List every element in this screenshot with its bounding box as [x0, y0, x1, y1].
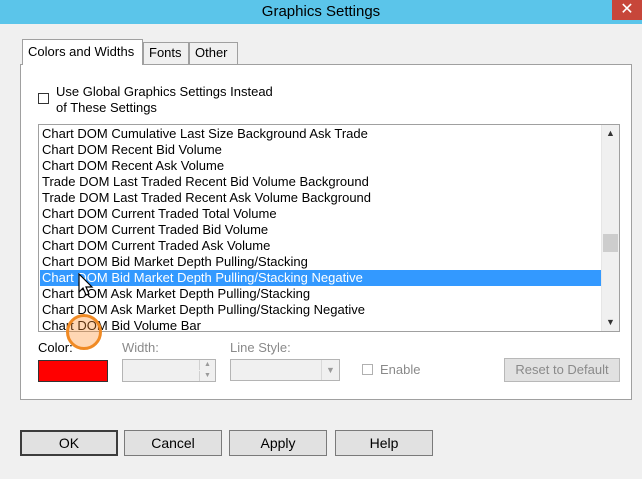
graphics-element-list[interactable]: Chart DOM Cumulative Last Size Backgroun… — [38, 124, 620, 332]
window-title: Graphics Settings — [261, 3, 381, 20]
tab-label: Other — [195, 45, 228, 60]
list-item[interactable]: Chart DOM Current Traded Total Volume — [40, 206, 601, 222]
spin-up-icon[interactable]: ▲ — [199, 360, 215, 370]
width-input[interactable]: ▲ ▼ — [122, 359, 216, 382]
global-settings-checkbox[interactable] — [38, 93, 49, 104]
color-label: Color: — [38, 340, 73, 355]
scroll-thumb[interactable] — [603, 234, 618, 252]
list-item-selected[interactable]: Chart DOM Bid Market Depth Pulling/Stack… — [40, 270, 601, 286]
list-item[interactable]: Chart DOM Bid Market Depth Pulling/Stack… — [40, 254, 601, 270]
line-style-select[interactable]: ▼ — [230, 359, 340, 381]
scroll-down-icon[interactable]: ▼ — [602, 314, 619, 331]
apply-button[interactable]: Apply — [229, 430, 327, 456]
list-item[interactable]: Chart DOM Ask Market Depth Pulling/Stack… — [40, 286, 601, 302]
width-label: Width: — [122, 340, 159, 355]
list-scrollbar[interactable]: ▲ ▼ — [601, 125, 619, 331]
tab-fonts[interactable]: Fonts — [143, 42, 189, 64]
color-swatch-button[interactable] — [38, 360, 108, 382]
cancel-button[interactable]: Cancel — [124, 430, 222, 456]
ok-button[interactable]: OK — [20, 430, 118, 456]
enable-label: Enable — [380, 362, 421, 377]
list-item[interactable]: Trade DOM Last Traded Recent Bid Volume … — [40, 174, 601, 190]
reset-to-default-button[interactable]: Reset to Default — [504, 358, 620, 382]
tab-other[interactable]: Other — [189, 42, 238, 64]
tab-label: Fonts — [149, 45, 182, 60]
tab-label: Colors and Widths — [28, 44, 135, 59]
list-item[interactable]: Chart DOM Ask Market Depth Pulling/Stack… — [40, 302, 601, 318]
line-style-label: Line Style: — [230, 340, 291, 355]
list-item[interactable]: Chart DOM Current Traded Bid Volume — [40, 222, 601, 238]
close-button[interactable]: ✕ — [612, 0, 642, 20]
list-item[interactable]: Chart DOM Cumulative Last Size Backgroun… — [40, 126, 601, 142]
title-bar[interactable]: Graphics Settings ✕ — [0, 0, 642, 24]
enable-checkbox[interactable] — [362, 364, 373, 375]
mouse-cursor-icon — [78, 273, 94, 296]
list-item[interactable]: Chart DOM Bid Volume Bar — [40, 318, 601, 331]
dialog-window: { "window": { "title": "Graphics Setting… — [0, 0, 642, 479]
list-item[interactable]: Chart DOM Current Traded Ask Volume — [40, 238, 601, 254]
global-settings-label: Use Global Graphics Settings Instead of … — [56, 84, 273, 115]
list-item[interactable]: Trade DOM Last Traded Recent Ask Volume … — [40, 190, 601, 206]
spin-down-icon[interactable]: ▼ — [199, 371, 215, 381]
color-swatch-fill — [41, 363, 105, 379]
close-icon: ✕ — [620, 1, 634, 18]
list-item[interactable]: Chart DOM Recent Bid Volume — [40, 142, 601, 158]
tab-colors-and-widths[interactable]: Colors and Widths — [22, 39, 143, 65]
help-button[interactable]: Help — [335, 430, 433, 456]
click-highlight-ring — [66, 314, 102, 350]
scroll-up-icon[interactable]: ▲ — [602, 125, 619, 142]
chevron-down-icon[interactable]: ▼ — [321, 360, 339, 380]
list-item[interactable]: Chart DOM Recent Ask Volume — [40, 158, 601, 174]
